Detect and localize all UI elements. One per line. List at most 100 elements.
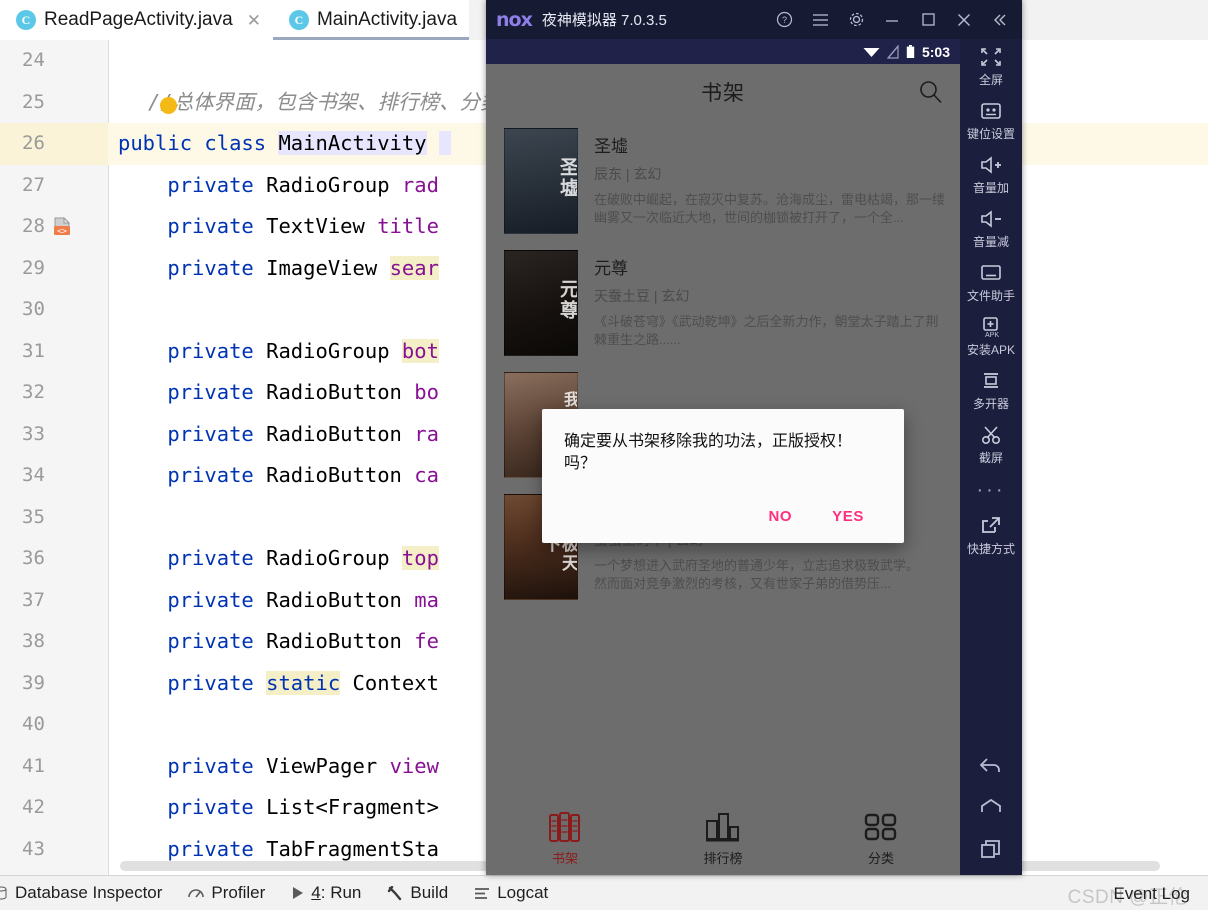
book-list-item[interactable]: 元尊 元尊 天蚕土豆 | 玄幻 《斗破苍穹》《武动乾坤》之后全新力作，朝堂太子踏… — [486, 242, 960, 364]
side-fullscreen[interactable]: 全屏 — [960, 45, 1022, 88]
collapse-icon[interactable] — [982, 1, 1018, 39]
ranking-chart-icon — [705, 812, 741, 844]
tab-readpageactivity[interactable]: C ReadPageActivity.java ✕ — [0, 0, 273, 40]
settings-gear-icon[interactable] — [838, 1, 874, 39]
nox-title-bar: nox 夜神模拟器 7.0.3.5 ? — [486, 0, 1022, 39]
book-info: 元尊 天蚕土豆 | 玄幻 《斗破苍穹》《武动乾坤》之后全新力作，朝堂太子踏上了荆… — [594, 250, 946, 356]
side-shortcut[interactable]: 快捷方式 — [960, 514, 1022, 557]
status-label: Database Inspector — [15, 883, 163, 902]
status-run[interactable]: 4: Run — [291, 883, 361, 903]
status-label: Logcat — [497, 883, 549, 902]
close-icon[interactable] — [946, 1, 982, 39]
nox-nav-buttons — [978, 755, 1004, 875]
app-bar: 书架 — [486, 64, 960, 120]
side-keymapping[interactable]: 键位设置 — [960, 99, 1022, 142]
side-more-button[interactable]: ··· — [977, 479, 1006, 502]
maximize-icon[interactable] — [910, 1, 946, 39]
book-cover: 圣墟 — [504, 128, 578, 234]
fullscreen-icon — [979, 45, 1003, 69]
search-icon[interactable] — [918, 79, 944, 105]
line-number: 42 — [22, 796, 45, 818]
multi-instance-icon — [979, 369, 1003, 393]
help-icon[interactable]: ? — [766, 1, 802, 39]
close-icon[interactable]: ✕ — [247, 12, 261, 29]
bookshelf-icon — [548, 811, 582, 844]
status-time: 5:03 — [921, 43, 950, 60]
keymapping-icon — [979, 99, 1003, 123]
side-label: 安装APK — [966, 343, 1015, 357]
side-file-assistant[interactable]: 文件助手 — [960, 261, 1022, 304]
side-multi-instance[interactable]: 多开器 — [960, 369, 1022, 412]
side-screenshot[interactable]: 截屏 — [960, 423, 1022, 466]
nox-side-toolbar: 全屏 键位设置 音量加 音量减 文件助手 APK 安装APK 多开器 截屏 ··… — [960, 39, 1022, 875]
book-title: 圣墟 — [594, 137, 628, 156]
line-number: 36 — [22, 547, 45, 569]
menu-icon[interactable] — [802, 1, 838, 39]
java-class-icon: C — [16, 10, 36, 30]
dialog-yes-button[interactable]: YES — [832, 508, 864, 525]
java-class-icon: C — [288, 10, 309, 30]
line-number: 24 — [22, 49, 45, 71]
back-icon[interactable] — [978, 755, 1004, 775]
volume-up-icon — [978, 153, 1004, 177]
status-event-log[interactable]: Event Log — [1113, 884, 1190, 904]
side-label: 音量减 — [972, 235, 1009, 249]
side-label: 文件助手 — [966, 289, 1015, 303]
svg-text:?: ? — [781, 15, 786, 25]
tab-mainactivity[interactable]: C MainActivity.java — [272, 0, 470, 40]
database-icon — [0, 886, 8, 900]
android-screen[interactable]: 5:03 书架 圣墟 圣墟 辰东 | 玄幻 在破败中崛起，在寂灭中复苏。沧海成尘… — [486, 39, 960, 875]
book-meta: 天蚕土豆 | 玄幻 — [594, 288, 690, 304]
install-apk-icon: APK — [979, 315, 1003, 339]
nav-label: 分类 — [867, 850, 894, 866]
nav-item-ranking[interactable]: 排行榜 — [644, 812, 802, 867]
nav-item-category[interactable]: 分类 — [802, 812, 960, 867]
book-list-item[interactable]: 圣墟 圣墟 辰东 | 玄幻 在破败中崛起，在寂灭中复苏。沧海成尘，雷电枯竭，那一… — [486, 120, 960, 242]
file-assistant-icon — [979, 261, 1003, 285]
intention-bulb-icon[interactable] — [159, 96, 177, 114]
screenshot-scissors-icon — [979, 423, 1003, 447]
line-number: 37 — [22, 588, 45, 611]
line-number: 33 — [22, 422, 45, 445]
book-description: 在破败中崛起，在寂灭中复苏。沧海成尘，雷电枯竭，那一缕幽雾又一次临近大地，世间的… — [594, 192, 946, 225]
book-cover-title: 元尊 — [557, 279, 578, 321]
ide-status-bar: Database Inspector Profiler 4: Run Build — [0, 875, 1208, 910]
nox-window-controls: ? — [766, 1, 1022, 39]
status-profiler[interactable]: Profiler — [188, 883, 265, 903]
book-description: 《斗破苍穹》《武动乾坤》之后全新力作，朝堂太子踏上了荆棘重生之路...... — [594, 314, 939, 347]
nav-label: 排行榜 — [703, 850, 743, 866]
status-build[interactable]: Build — [387, 883, 448, 903]
minimize-icon[interactable] — [874, 1, 910, 39]
side-install-apk[interactable]: APK 安装APK — [960, 315, 1022, 358]
status-label: Build — [410, 883, 449, 902]
volume-down-icon — [978, 207, 1004, 231]
bottom-navigation: 书架 排行榜 分类 — [486, 803, 960, 875]
home-icon[interactable] — [978, 797, 1004, 817]
line-number: 29 — [22, 256, 45, 279]
nav-item-bookshelf[interactable]: 书架 — [486, 811, 644, 867]
dialog-no-button[interactable]: NO — [768, 508, 792, 525]
line-number: 32 — [22, 381, 45, 403]
confirm-dialog[interactable]: 确定要从书架移除我的功法，正版授权！吗？ NO YES — [542, 409, 904, 543]
book-info: 圣墟 辰东 | 玄幻 在破败中崛起，在寂灭中复苏。沧海成尘，雷电枯竭，那一缕幽雾… — [594, 128, 946, 234]
line-number: 41 — [22, 754, 45, 777]
side-volume-up[interactable]: 音量加 — [960, 153, 1022, 196]
profiler-icon — [188, 886, 205, 900]
svg-text:APK: APK — [985, 332, 999, 338]
recents-icon[interactable] — [978, 839, 1004, 861]
logcat-icon — [474, 887, 490, 900]
side-label: 快捷方式 — [966, 542, 1015, 556]
book-meta: 辰东 | 玄幻 — [594, 166, 662, 182]
line-number: 40 — [22, 713, 45, 735]
status-logcat[interactable]: Logcat — [474, 883, 548, 903]
nox-app-name: 夜神模拟器 7.0.3.5 — [541, 12, 667, 29]
tab-label: MainActivity.java — [316, 9, 458, 30]
line-number: 43 — [22, 837, 45, 860]
line-number: 39 — [22, 671, 45, 694]
build-hammer-icon — [387, 885, 403, 901]
side-volume-down[interactable]: 音量减 — [960, 207, 1022, 250]
java-class-gutter-icon[interactable]: <> — [51, 133, 73, 235]
status-database-inspector[interactable]: Database Inspector — [0, 883, 162, 903]
line-number: 35 — [22, 505, 45, 528]
line-number: 38 — [22, 630, 45, 652]
